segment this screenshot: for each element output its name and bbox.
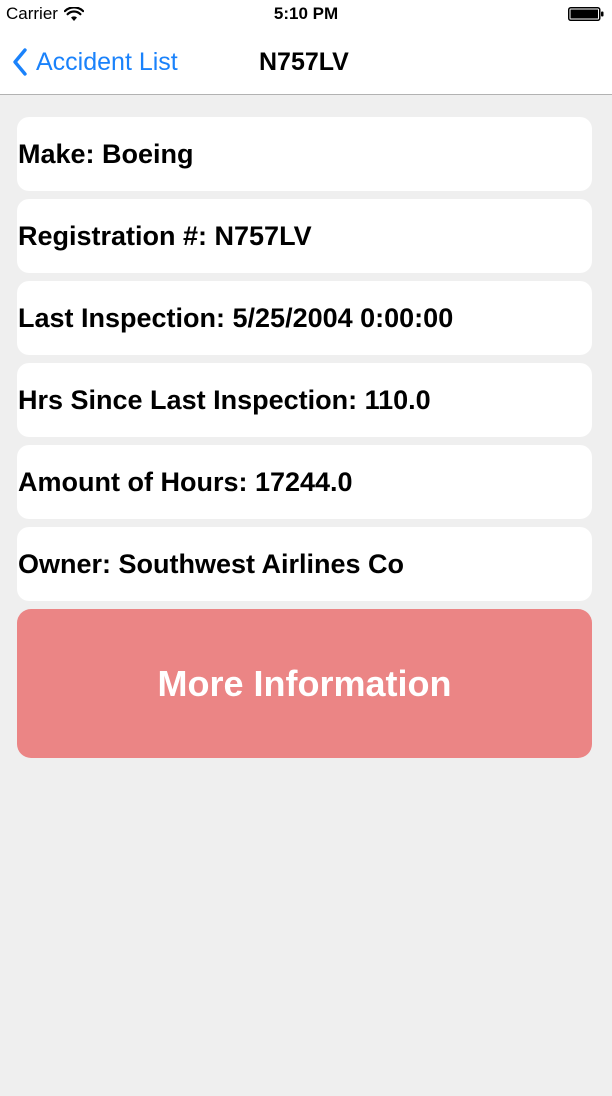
detail-hours-since-inspection: Hrs Since Last Inspection: 110.0 [17, 363, 592, 437]
detail-registration: Registration #: N757LV [17, 199, 592, 273]
detail-make: Make: Boeing [17, 117, 592, 191]
back-button[interactable]: Accident List [12, 44, 178, 80]
status-time: 5:10 PM [273, 4, 339, 23]
back-button-label: Accident List [36, 47, 178, 76]
status-bar: Carrier 5:10 PM [0, 0, 612, 30]
more-information-button[interactable]: More Information [17, 609, 592, 758]
chevron-left-icon [12, 48, 28, 76]
battery-icon [568, 7, 604, 21]
page-title: N757LV [259, 48, 349, 76]
aircraft-details: Make: Boeing Registration #: N757LV Last… [17, 117, 592, 758]
detail-amount-of-hours: Amount of Hours: 17244.0 [17, 445, 592, 519]
detail-owner: Owner: Southwest Airlines Co [17, 527, 592, 601]
detail-last-inspection: Last Inspection: 5/25/2004 0:00:00 [17, 281, 592, 355]
navigation-bar: Accident List N757LV [0, 30, 612, 95]
